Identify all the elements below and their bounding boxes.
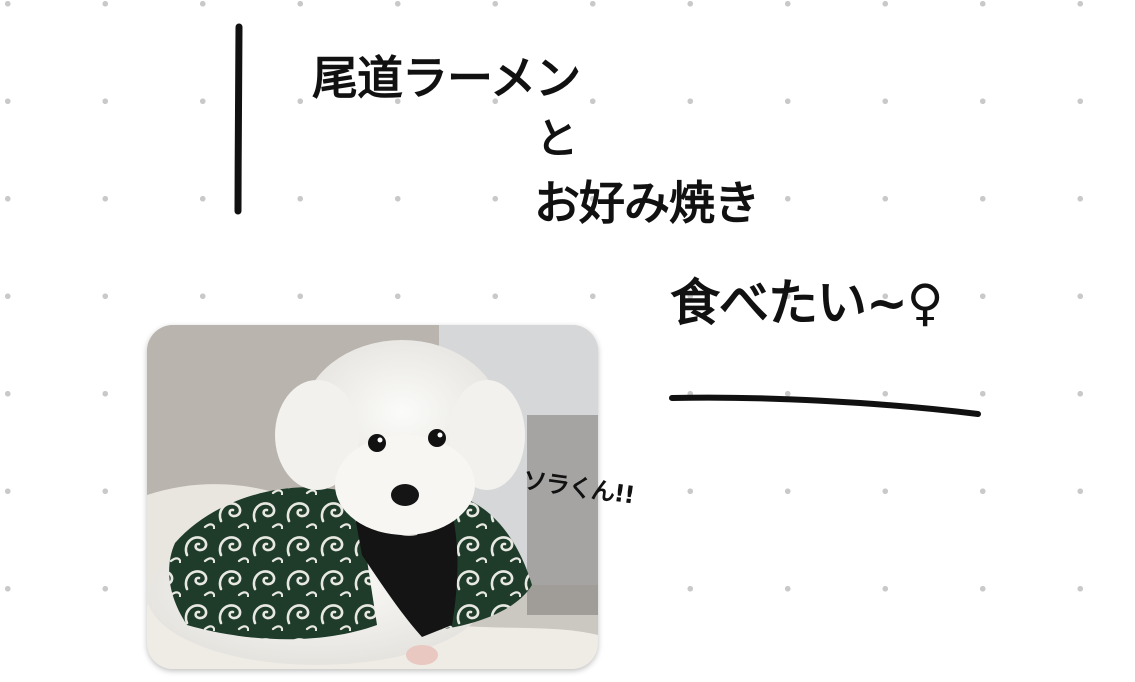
underline-stroke <box>669 394 981 417</box>
dog-photo[interactable] <box>147 325 598 669</box>
note-line-want-to-eat: 食べたい~♀ <box>670 274 944 332</box>
note-line-ramen: 尾道ラーメン <box>312 51 581 105</box>
note-line-to: と <box>536 114 579 163</box>
note-canvas[interactable]: 尾道ラーメン と お好み焼き 食べたい~♀ ソラくん!! <box>0 0 1135 682</box>
left-margin-line <box>234 23 243 215</box>
dog-photo-illustration <box>147 325 598 669</box>
note-line-okonomiyaki: お好み焼き <box>534 176 760 230</box>
